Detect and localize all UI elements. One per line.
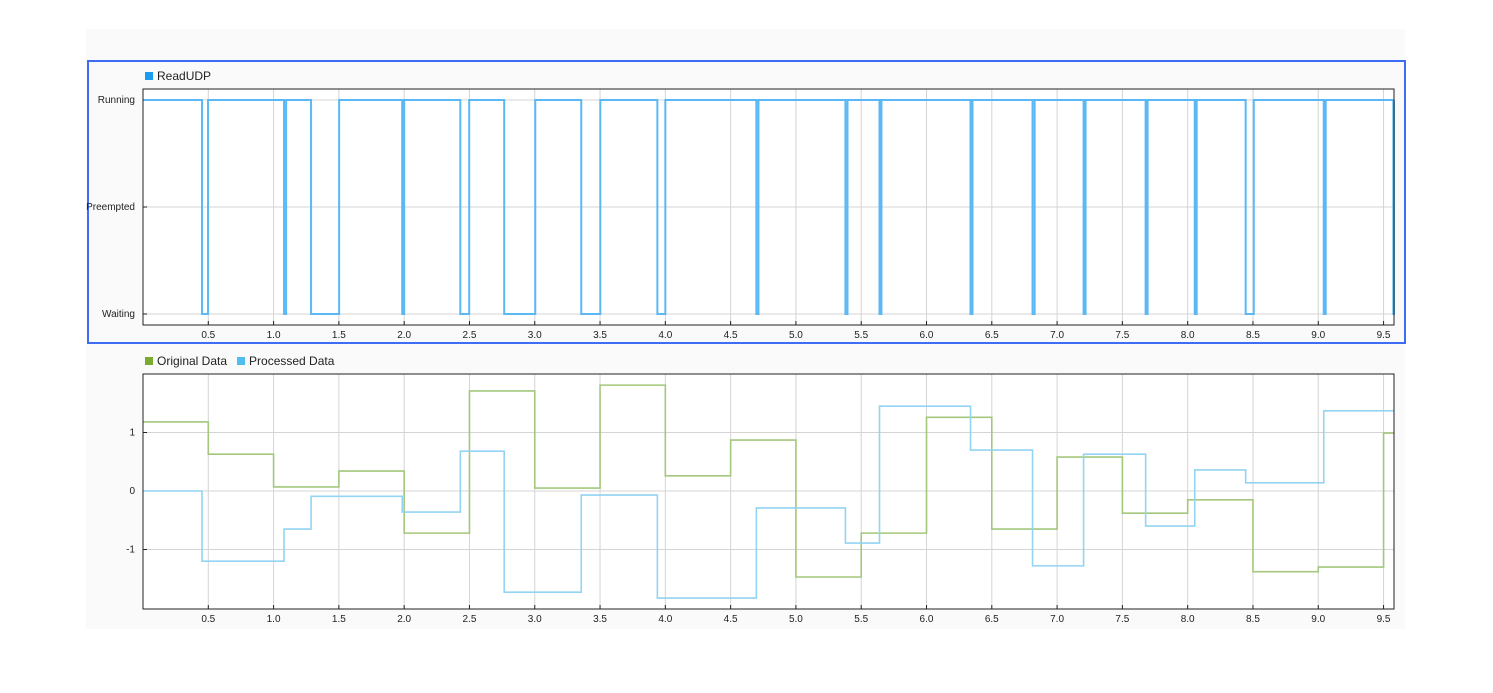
x-tick-label: 9.0 (1311, 614, 1325, 625)
x-tick-label: 5.0 (789, 614, 803, 625)
x-tick-label: 1.5 (332, 330, 346, 341)
x-tick-label: 8.5 (1246, 614, 1260, 625)
x-tick-label: 4.5 (724, 330, 738, 341)
legend-label-readudp: ReadUDP (157, 69, 211, 83)
legend-swatch-readudp (145, 72, 153, 80)
y-tick-label: Waiting (102, 309, 135, 320)
legend-label-original-data: Original Data (157, 354, 227, 368)
y-tick-label: 0 (129, 486, 135, 497)
x-tick-label: 8.0 (1181, 330, 1195, 341)
x-tick-label: 3.0 (528, 330, 542, 341)
x-tick-label: 6.5 (985, 330, 999, 341)
legend-label-processed-data: Processed Data (249, 354, 335, 368)
x-tick-label: 1.5 (332, 614, 346, 625)
x-tick-label: 9.0 (1311, 330, 1325, 341)
y-tick-label: Running (98, 95, 135, 106)
x-tick-label: 4.0 (658, 330, 672, 341)
legend-swatch-original-data (145, 357, 153, 365)
x-tick-label: 6.5 (985, 614, 999, 625)
y-tick-label: 1 (129, 428, 135, 439)
x-tick-label: 9.5 (1377, 614, 1391, 625)
x-tick-label: 8.5 (1246, 330, 1260, 341)
x-tick-label: 6.0 (920, 614, 934, 625)
x-tick-label: 1.0 (267, 614, 281, 625)
x-tick-label: 8.0 (1181, 614, 1195, 625)
x-tick-label: 7.0 (1050, 614, 1064, 625)
x-tick-label: 7.5 (1115, 330, 1129, 341)
x-tick-label: 5.5 (854, 614, 868, 625)
legend-swatch-processed-data (237, 357, 246, 365)
y-tick-label: -1 (126, 545, 135, 556)
x-tick-label: 2.5 (463, 330, 477, 341)
x-tick-label: 4.0 (658, 614, 672, 625)
x-tick-label: 6.0 (920, 330, 934, 341)
x-tick-label: 5.5 (854, 330, 868, 341)
x-tick-label: 2.0 (397, 330, 411, 341)
y-tick-label: Preempted (86, 202, 135, 213)
x-tick-label: 3.5 (593, 330, 607, 341)
x-tick-label: 4.5 (724, 614, 738, 625)
x-tick-label: 7.5 (1115, 614, 1129, 625)
x-tick-label: 5.0 (789, 330, 803, 341)
x-tick-label: 3.5 (593, 614, 607, 625)
x-tick-label: 7.0 (1050, 330, 1064, 341)
x-tick-label: 0.5 (201, 330, 215, 341)
x-tick-label: 0.5 (201, 614, 215, 625)
x-tick-label: 1.0 (267, 330, 281, 341)
x-tick-label: 2.0 (397, 614, 411, 625)
x-tick-label: 9.5 (1377, 330, 1391, 341)
x-tick-label: 2.5 (463, 614, 477, 625)
charts-svg: 0.5 1.0 1.5 2.0 2.5 3.0 3.5 4.0 4.5 5.0 5.5 6.0 6.5 7… (86, 69, 1395, 625)
x-tick-label: 3.0 (528, 614, 542, 625)
